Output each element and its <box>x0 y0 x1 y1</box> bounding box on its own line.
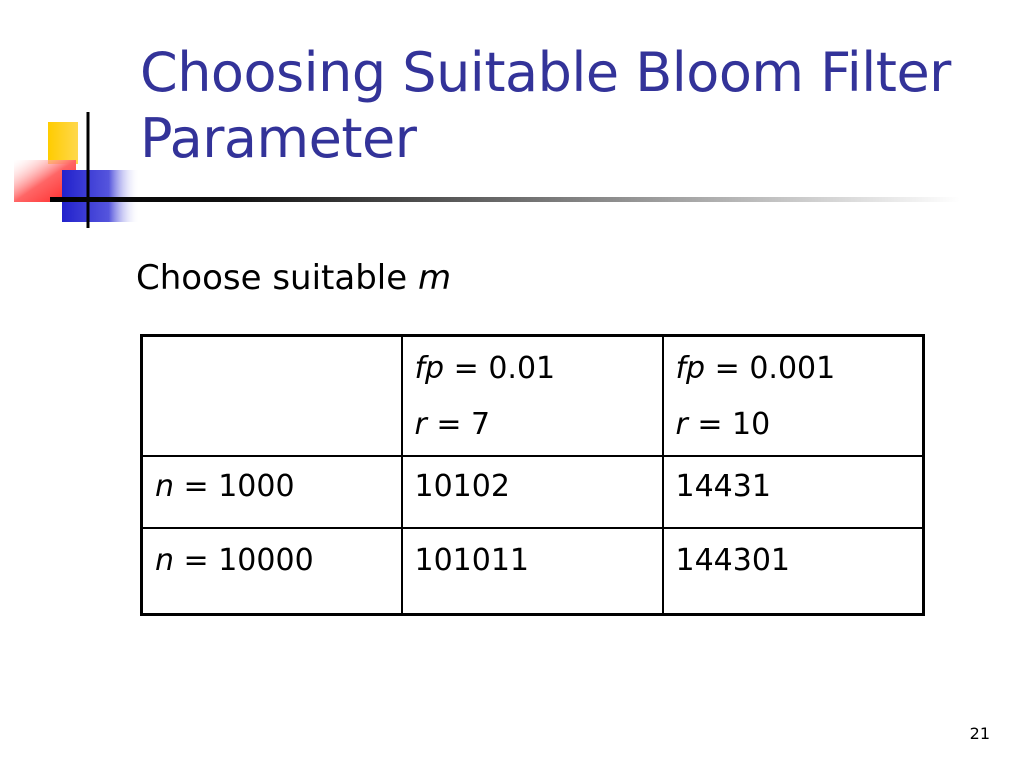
row-label-value: = 10000 <box>174 543 314 578</box>
row-label-cell: n = 1000 <box>140 455 403 529</box>
deco-yellow-square <box>48 122 78 164</box>
header-value: = 7 <box>426 407 491 442</box>
header-var: r <box>414 407 427 442</box>
bloom-parameters-table: fp = 0.01 r = 7 fp = 0.001 r = 10 n = 10… <box>140 334 925 616</box>
corner-decoration-graphic <box>14 112 140 228</box>
title-underline-rule <box>50 197 960 202</box>
slide-title-line1: Choosing Suitable Bloom Filter <box>140 41 951 104</box>
table-row: n = 10000 101011 144301 <box>140 527 925 616</box>
table-cell: 10102 <box>400 455 664 529</box>
slide-title-line2: Parameter <box>140 107 417 170</box>
table-row: n = 1000 10102 14431 <box>140 455 925 529</box>
header-var: fp <box>675 351 706 386</box>
table-header-row: fp = 0.01 r = 7 fp = 0.001 r = 10 <box>140 334 925 457</box>
slide-subtitle: Choose suitable m <box>136 256 451 300</box>
row-label-cell: n = 10000 <box>140 527 403 616</box>
header-cell-fp-0.001: fp = 0.001 r = 10 <box>661 334 925 457</box>
header-value: = 0.001 <box>705 351 836 386</box>
subtitle-text: Choose suitable <box>136 258 418 298</box>
row-label-var: n <box>155 469 175 504</box>
header-value: = 10 <box>687 407 771 442</box>
table-corner-cell <box>140 334 403 457</box>
table-cell: 14431 <box>661 455 925 529</box>
row-label-value: = 1000 <box>174 469 295 504</box>
subtitle-variable: m <box>417 258 452 298</box>
table-cell: 144301 <box>661 527 925 616</box>
table-cell: 101011 <box>400 527 664 616</box>
header-value: = 0.01 <box>444 351 556 386</box>
row-label-var: n <box>155 543 175 578</box>
deco-blue-square <box>62 170 140 222</box>
header-cell-fp-0.01: fp = 0.01 r = 7 <box>400 334 664 457</box>
slide-title: Choosing Suitable Bloom Filter Parameter <box>140 40 1000 172</box>
page-number: 21 <box>969 724 990 743</box>
header-var: fp <box>414 351 445 386</box>
header-var: r <box>675 407 688 442</box>
